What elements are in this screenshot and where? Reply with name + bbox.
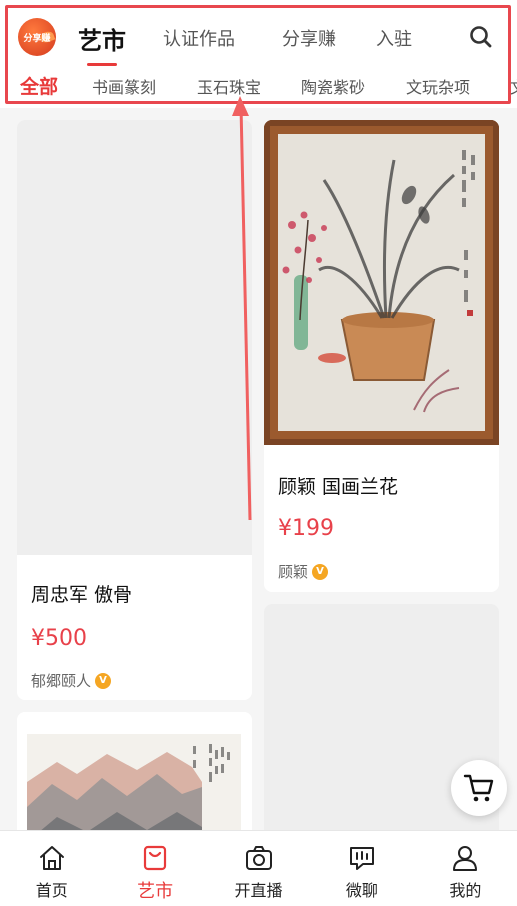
tab-yishi[interactable]: 艺市: [78, 21, 126, 66]
landscape-painting-graphic: [27, 734, 241, 830]
seller-info[interactable]: 顾颖 V: [278, 561, 329, 582]
product-card[interactable]: 顾颖 国画兰花 ¥199 顾颖 V: [264, 120, 499, 592]
product-feed[interactable]: 周忠军 傲骨 ¥500 郁郷颐人 V 顾颖 国画兰花 ¥199 顾颖 V: [0, 108, 517, 830]
seller-name: 顾颖: [278, 563, 309, 581]
nav-home-label: 首页: [35, 881, 68, 900]
product-price: ¥500: [31, 626, 87, 651]
nav-live-label: 开直播: [234, 881, 283, 900]
cart-button[interactable]: [451, 760, 507, 816]
seller-info[interactable]: 郁郷颐人 V: [31, 670, 112, 691]
cart-icon: [463, 774, 494, 802]
product-card[interactable]: 周忠军 傲骨 ¥500 郁郷颐人 V: [17, 120, 252, 700]
tab-join[interactable]: 入驻: [376, 25, 412, 51]
product-title: 周忠军 傲骨: [31, 584, 133, 606]
product-price: ¥199: [278, 516, 334, 541]
search-icon[interactable]: [468, 24, 494, 50]
top-header: 分享赚 艺市 认证作品 分享赚 入驻 全部 书画篆刻 玉石珠宝 陶瓷紫砂 文玩杂…: [0, 0, 517, 108]
category-jade-jewelry[interactable]: 玉石珠宝: [197, 74, 261, 98]
tab-certified-works[interactable]: 认证作品: [163, 25, 235, 51]
landscape-painting-image: [17, 712, 252, 830]
nav-chat-label: 微聊: [345, 881, 378, 900]
category-bar: 全部 书画篆刻 玉石珠宝 陶瓷紫砂 文玩杂项 文: [0, 66, 517, 102]
category-calligraphy[interactable]: 书画篆刻: [92, 74, 156, 98]
app-logo[interactable]: 分享赚: [18, 18, 56, 56]
logo-text: 分享赚: [23, 33, 51, 44]
nav-profile-label: 我的: [449, 881, 482, 900]
verified-badge-icon: V: [95, 672, 112, 689]
nav-home[interactable]: 首页: [0, 831, 103, 906]
nav-live[interactable]: 开直播: [207, 831, 310, 906]
chat-icon: [349, 847, 374, 870]
app-screen: 分享赚 艺市 认证作品 分享赚 入驻 全部 书画篆刻 玉石珠宝 陶瓷紫砂 文玩杂…: [0, 0, 517, 906]
nav-chat[interactable]: 微聊: [310, 831, 413, 906]
category-more[interactable]: 文: [510, 74, 517, 98]
category-ceramics[interactable]: 陶瓷紫砂: [301, 74, 365, 98]
tab-share-earn[interactable]: 分享赚: [282, 25, 336, 51]
bottom-navigation: 首页 艺市 开直播 微聊 我的: [0, 830, 517, 906]
verified-badge-icon: V: [312, 563, 329, 580]
product-image-placeholder: [17, 120, 252, 555]
category-antiques[interactable]: 文玩杂项: [406, 74, 470, 98]
nav-profile[interactable]: 我的: [414, 831, 517, 906]
seller-name: 郁郷颐人: [31, 672, 92, 690]
shopping-bag-icon: [144, 845, 167, 871]
top-tab-bar: 艺市 认证作品 分享赚 入驻: [78, 20, 412, 66]
orchid-painting-graphic: [264, 120, 499, 445]
product-card[interactable]: [17, 712, 252, 830]
home-icon: [39, 846, 64, 870]
nav-yishi-label: 艺市: [137, 881, 174, 902]
camera-icon: [245, 846, 272, 870]
category-all[interactable]: 全部: [20, 72, 58, 99]
product-title: 顾颖 国画兰花: [278, 476, 399, 498]
painting-image: [264, 120, 499, 445]
user-icon: [453, 846, 478, 871]
nav-yishi[interactable]: 艺市: [103, 831, 206, 906]
